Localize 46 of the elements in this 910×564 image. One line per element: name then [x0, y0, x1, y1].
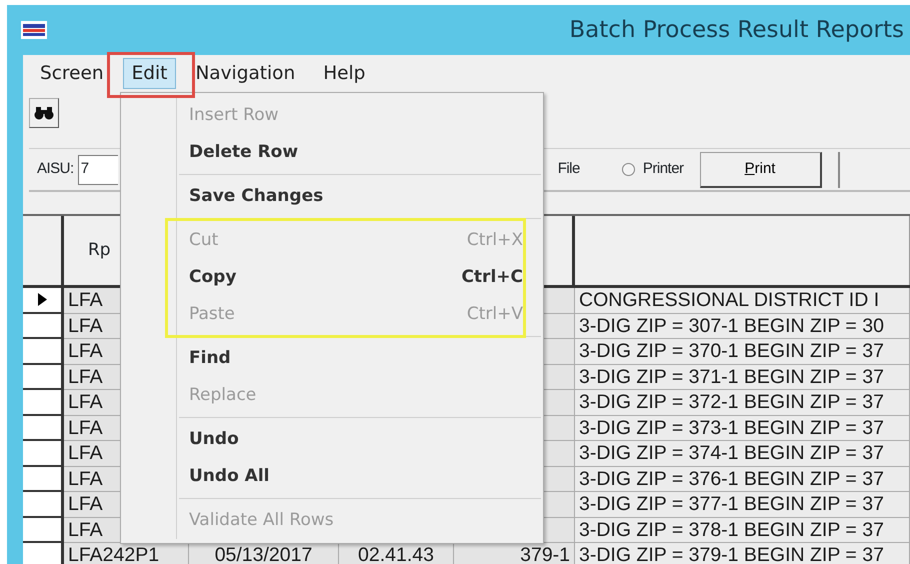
- menu-item[interactable]: Delete Row: [121, 134, 543, 171]
- table-cell: 3-DIG ZIP = 372-1 BEGIN ZIP = 37: [575, 390, 910, 416]
- table-cell: LFA242P1: [64, 543, 189, 564]
- menu-item[interactable]: Save Changes: [121, 178, 543, 215]
- table-cell: 3-DIG ZIP = 370-1 BEGIN ZIP = 37: [575, 339, 910, 364]
- menu-item[interactable]: Edit: [122, 58, 176, 90]
- table-cell: 05/13/2017: [189, 543, 339, 564]
- radio-button[interactable]: [622, 163, 635, 176]
- menu-item[interactable]: Help: [314, 58, 374, 90]
- row-selector[interactable]: [23, 339, 64, 364]
- shortcut-label: Ctrl+V: [466, 302, 523, 326]
- menu-item[interactable]: Navigation: [186, 58, 304, 90]
- row-selector[interactable]: [23, 492, 64, 518]
- row-selector[interactable]: [23, 543, 64, 564]
- table-cell: 3-DIG ZIP = 371-1 BEGIN ZIP = 37: [575, 364, 910, 390]
- shortcut-label: Ctrl+C: [461, 266, 523, 289]
- binoculars-icon: [34, 106, 54, 120]
- row-selector[interactable]: [23, 466, 64, 492]
- aisu-label: AISU:: [37, 159, 74, 180]
- printer-option-label: Printer: [642, 159, 684, 180]
- row-selector[interactable]: [23, 364, 64, 390]
- row-selector[interactable]: [23, 390, 64, 416]
- current-row-icon: [38, 293, 46, 306]
- row-selector[interactable]: [23, 518, 64, 543]
- table-cell: 02.41.43: [339, 543, 454, 564]
- window-title: Batch Process Result Reports: [569, 16, 904, 45]
- aisu-field[interactable]: 7: [78, 154, 118, 184]
- print-button[interactable]: Print: [700, 152, 822, 188]
- shortcut-label: Ctrl+X: [466, 228, 523, 252]
- row-selector[interactable]: [23, 416, 64, 441]
- table-cell: 3-DIG ZIP = 378-1 BEGIN ZIP = 37: [575, 518, 910, 543]
- table-cell: 379-1: [454, 543, 575, 564]
- menu-item[interactable]: Screen: [31, 58, 113, 90]
- row-selector[interactable]: [23, 288, 64, 314]
- row-selector[interactable]: [23, 314, 64, 339]
- table-cell: 3-DIG ZIP = 374-1 BEGIN ZIP = 37: [575, 441, 910, 466]
- file-option-label: File: [558, 159, 580, 180]
- app-logo-icon: [21, 21, 47, 39]
- table-cell: 3-DIG ZIP = 373-1 BEGIN ZIP = 37: [575, 416, 910, 441]
- table-cell: 3-DIG ZIP = 379-1 BEGIN ZIP = 37: [575, 543, 910, 564]
- table-cell: CONGRESSIONAL DISTRICT ID I: [575, 288, 910, 314]
- table-cell: 3-DIG ZIP = 376-1 BEGIN ZIP = 37: [575, 466, 910, 492]
- table-cell: 3-DIG ZIP = 377-1 BEGIN ZIP = 37: [575, 492, 910, 518]
- search-button[interactable]: [29, 98, 59, 128]
- table-cell: 3-DIG ZIP = 307-1 BEGIN ZIP = 30: [575, 314, 910, 339]
- row-selector[interactable]: [23, 441, 64, 466]
